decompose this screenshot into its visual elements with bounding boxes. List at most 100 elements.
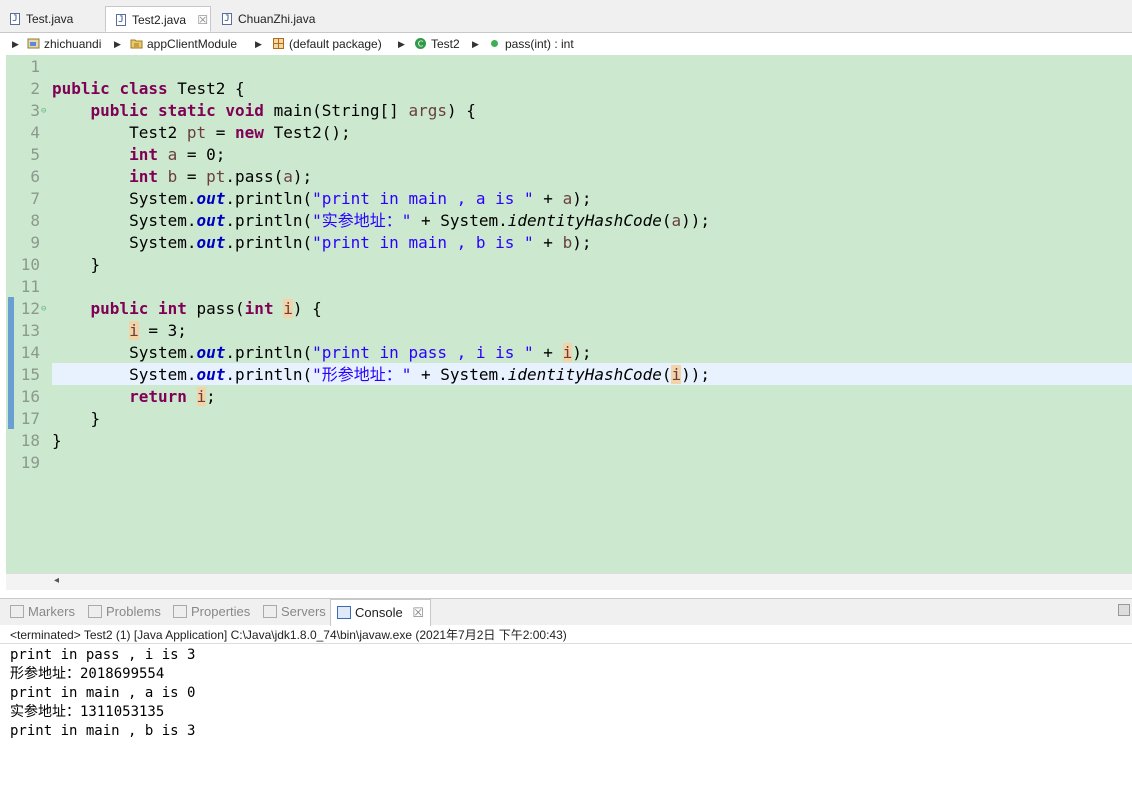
console-output-line: 实参地址：1311053135 (10, 704, 165, 720)
console-status-line: <terminated> Test2 (1) [Java Application… (10, 628, 567, 642)
breadcrumb-package[interactable]: (default package) (272, 33, 382, 55)
horizontal-scrollbar[interactable]: ◂ (6, 573, 1132, 590)
close-icon[interactable]: ☒ (412, 605, 424, 620)
class-icon: C (415, 38, 426, 49)
fold-icon[interactable]: ⊖ (41, 100, 46, 122)
tab-label: Markers (28, 604, 75, 619)
code-editor[interactable]: 1 2 3 ⊖ 4 5 6 7 8 9 10 11 12 ⊖ 13 14 15 16… (6, 55, 1132, 573)
code-line[interactable]: Test2 pt = new Test2(); (52, 122, 351, 144)
servers-icon (263, 605, 277, 618)
breadcrumb-class[interactable]: C Test2 (414, 33, 460, 55)
code-line[interactable]: System.out.println("实参地址：" + System.iden… (52, 210, 710, 232)
svg-text:C: C (418, 40, 424, 49)
minimize-icon[interactable] (1118, 604, 1130, 616)
chevron-right-icon[interactable]: ▶ (398, 33, 405, 55)
code-line[interactable]: System.out.println("print in pass , i is… (52, 342, 591, 364)
package-icon (273, 38, 284, 49)
tab-properties[interactable]: Properties (173, 599, 250, 625)
tab-markers[interactable]: Markers (10, 599, 75, 625)
chevron-right-icon[interactable]: ▶ (114, 33, 121, 55)
line-number: 12 ⊖ (6, 298, 47, 320)
code-line[interactable]: public int pass(int i) { (52, 298, 322, 320)
breadcrumb-project[interactable]: zhichuandi (27, 33, 101, 55)
console-output[interactable]: print in pass , i is 3 形参地址：2018699554 p… (0, 643, 1132, 789)
breadcrumb-method-label: pass(int) : int (505, 37, 574, 51)
line-number-value: 3 (30, 101, 40, 120)
code-line[interactable]: } (52, 430, 62, 452)
chevron-right-icon[interactable]: ▶ (472, 33, 479, 55)
line-number: 10 (20, 255, 40, 274)
line-number: 6 (30, 167, 40, 186)
line-number: 2 (30, 79, 40, 98)
view-tab-bar: Markers Problems Properties Servers Cons… (0, 598, 1132, 626)
tab-label: Console (355, 605, 403, 620)
breadcrumb-package-label: (default package) (289, 37, 382, 51)
line-number: 8 (30, 211, 40, 230)
line-number: 14 (20, 343, 40, 362)
breadcrumb-method[interactable]: pass(int) : int (488, 33, 574, 55)
breadcrumb-class-label: Test2 (431, 37, 460, 51)
markers-icon (10, 605, 24, 618)
tab-label: Test2.java (132, 13, 187, 27)
breadcrumb-module[interactable]: appClientModule (130, 33, 237, 55)
console-output-line: 形参地址：2018699554 (10, 666, 165, 682)
code-line[interactable]: public static void main(String[] args) { (52, 100, 476, 122)
tab-servers[interactable]: Servers (263, 599, 326, 625)
close-icon[interactable]: ☒ (197, 13, 208, 27)
line-number: 3 ⊖ (6, 100, 46, 122)
console-output-line: print in main , a is 0 (10, 685, 196, 701)
fold-icon[interactable]: ⊖ (41, 298, 46, 320)
line-number: 4 (30, 123, 40, 142)
code-line[interactable]: } (52, 254, 101, 276)
breadcrumb-project-label: zhichuandi (44, 37, 102, 51)
tab-test-java[interactable]: J Test.java (0, 6, 104, 32)
line-number: 11 (20, 277, 40, 296)
line-number: 18 (20, 431, 40, 450)
console-output-line: print in main , b is 3 (10, 723, 196, 739)
line-number-value: 12 (20, 299, 40, 318)
line-number: 5 (30, 145, 40, 164)
chevron-right-icon[interactable]: ▶ (255, 33, 262, 55)
code-line[interactable]: int a = 0; (52, 144, 225, 166)
java-file-icon: J (10, 13, 20, 25)
console-output-line: print in pass , i is 3 (10, 647, 196, 663)
breadcrumb-module-label: appClientModule (147, 37, 238, 51)
editor-tab-bar: J Test.java J Test2.java ☒ J ChuanZhi.ja… (0, 0, 1132, 33)
line-number: 9 (30, 233, 40, 252)
java-file-icon: J (116, 14, 126, 26)
java-file-icon: J (222, 13, 232, 25)
line-number: 19 (20, 453, 40, 472)
tab-console[interactable]: Console ☒ (330, 599, 431, 626)
tab-label: Properties (191, 604, 251, 619)
breadcrumb: ▶ zhichuandi ▶ appClientModule ▶ (defaul… (0, 33, 1132, 55)
tab-label: ChuanZhi.java (238, 12, 316, 26)
code-line[interactable]: System.out.println("print in main , b is… (52, 232, 591, 254)
line-number: 15 (20, 365, 40, 384)
line-number: 1 (30, 57, 40, 76)
chevron-right-icon[interactable]: ▶ (12, 33, 19, 55)
code-line[interactable]: return i; (52, 386, 216, 408)
tab-label: Servers (281, 604, 326, 619)
scroll-left-icon[interactable]: ◂ (54, 575, 59, 586)
line-number: 7 (30, 189, 40, 208)
problems-icon (88, 605, 102, 618)
code-line[interactable]: public class Test2 { (52, 78, 245, 100)
console-icon (337, 606, 351, 619)
code-line[interactable]: i = 3; (52, 320, 187, 342)
code-line[interactable]: } (52, 408, 101, 430)
line-number: 13 (20, 321, 40, 340)
public-method-icon (491, 40, 498, 47)
line-number: 17 (20, 409, 40, 428)
tab-test2-java[interactable]: J Test2.java ☒ (105, 6, 211, 32)
tab-problems[interactable]: Problems (88, 599, 161, 625)
tab-label: Problems (106, 604, 161, 619)
tab-label: Test.java (26, 12, 74, 26)
properties-icon (173, 605, 187, 618)
source-folder-icon (130, 39, 143, 49)
code-line[interactable]: System.out.println("print in main , a is… (52, 188, 591, 210)
project-icon (27, 38, 40, 49)
code-line[interactable]: System.out.println("形参地址：" + System.iden… (52, 364, 710, 386)
line-number: 16 (20, 387, 40, 406)
tab-chuanzhi-java[interactable]: J ChuanZhi.java (212, 6, 332, 32)
code-line[interactable]: int b = pt.pass(a); (52, 166, 312, 188)
